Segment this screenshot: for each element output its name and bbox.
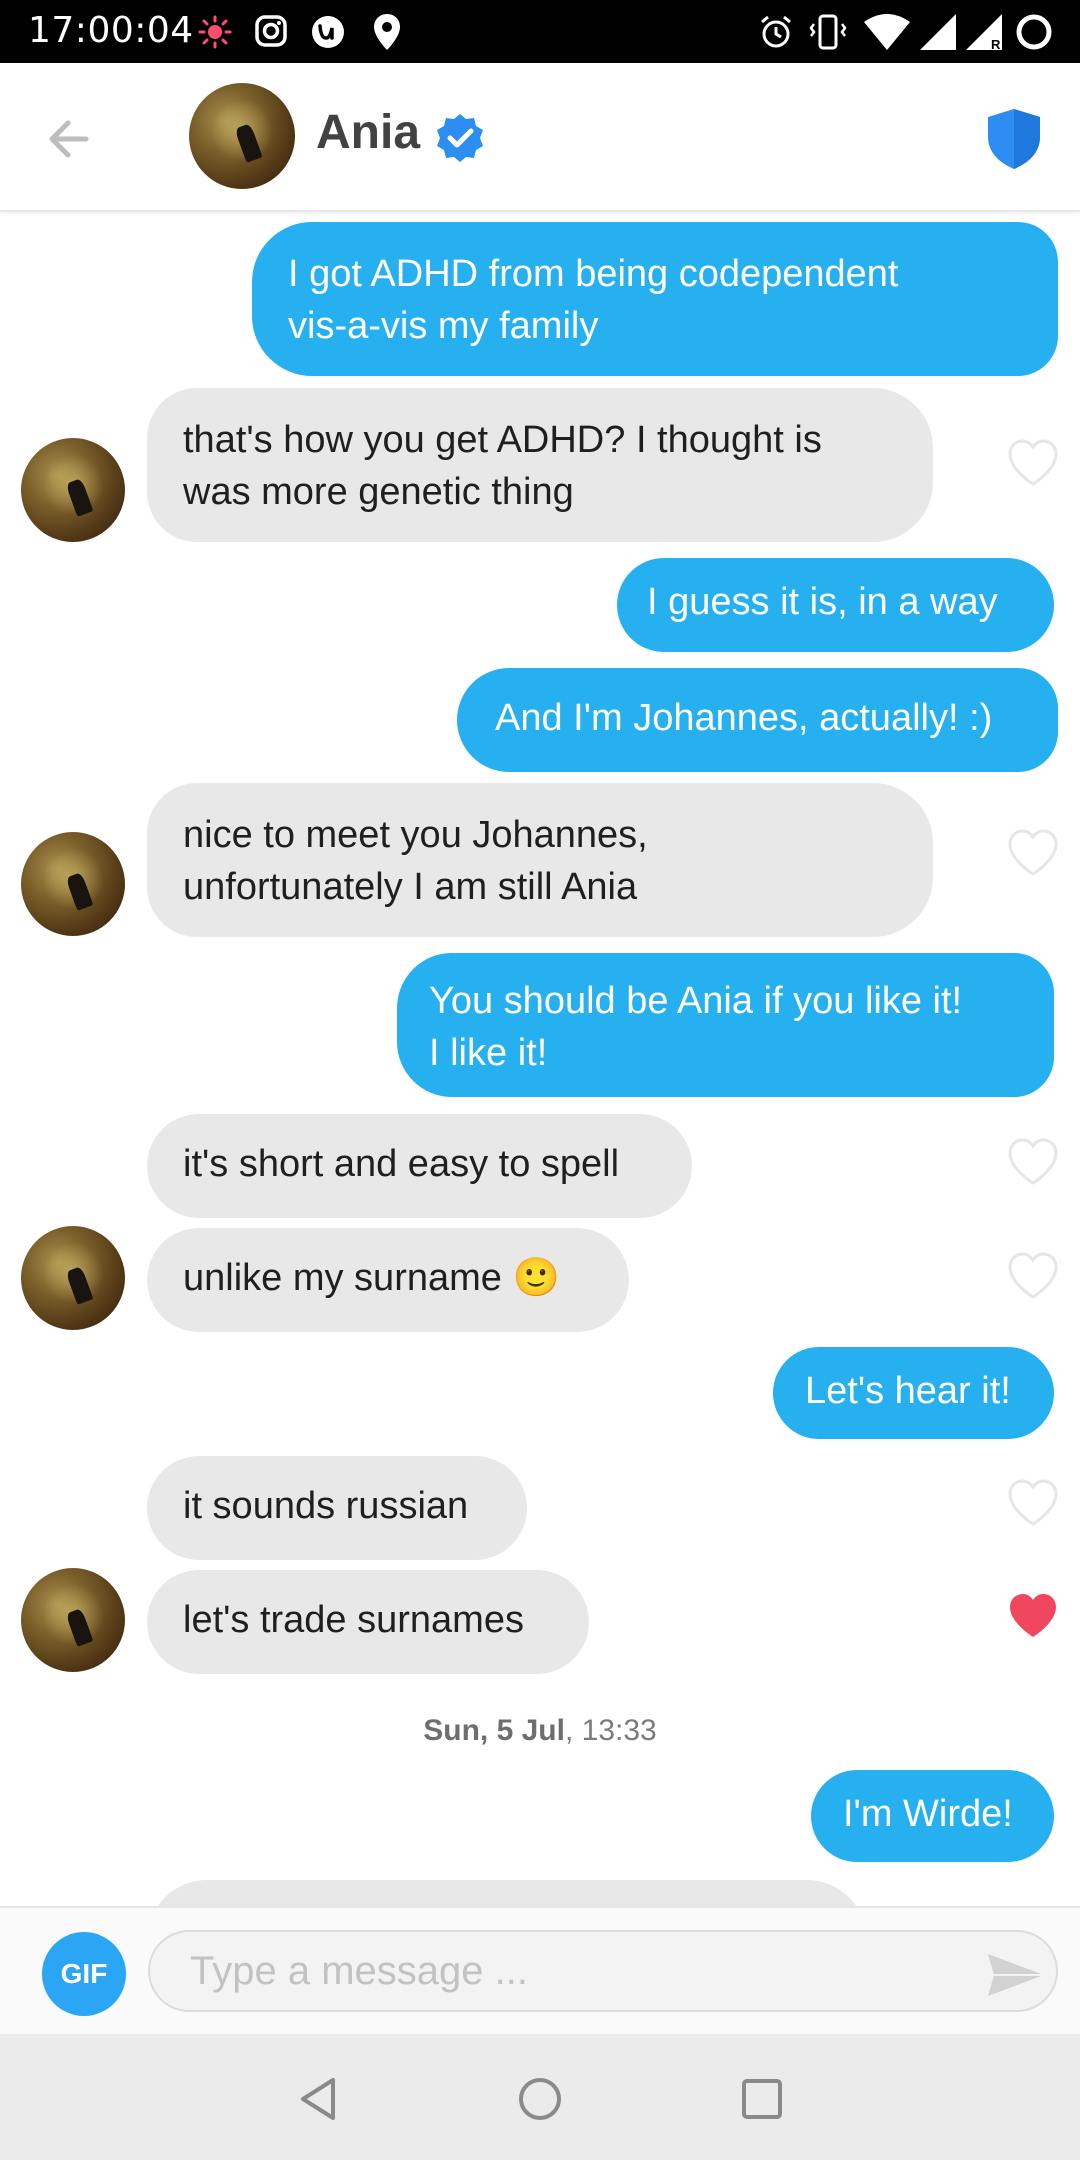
location-icon bbox=[374, 14, 400, 50]
liked-heart-icon[interactable] bbox=[1006, 1591, 1060, 1641]
verified-badge-icon bbox=[437, 114, 483, 162]
send-icon[interactable] bbox=[986, 1950, 1046, 2000]
avatar[interactable] bbox=[21, 1568, 125, 1672]
timestamp-time: , 13:33 bbox=[564, 1714, 657, 1747]
battery-ring-icon bbox=[1016, 14, 1052, 50]
sun-icon bbox=[198, 15, 232, 49]
nav-recents-icon[interactable] bbox=[737, 2074, 787, 2124]
nav-home-icon[interactable] bbox=[515, 2074, 565, 2124]
message-timestamp: Sun, 5 Jul, 13:33 bbox=[0, 1714, 1080, 1748]
status-time: 17:00:04 bbox=[28, 10, 194, 51]
sent-message[interactable]: And I'm Johannes, actually! :) bbox=[457, 668, 1058, 772]
received-message[interactable]: that's how you get ADHD? I thought is wa… bbox=[147, 388, 933, 542]
received-message[interactable]: it's short and easy to spell bbox=[147, 1114, 692, 1218]
contact-name[interactable]: Ania bbox=[316, 105, 420, 160]
vibrate-icon bbox=[809, 14, 847, 50]
svg-text:R: R bbox=[991, 37, 1001, 52]
avatar[interactable] bbox=[21, 438, 125, 542]
instagram-icon bbox=[255, 15, 287, 47]
status-bar: 17:00:04 R bbox=[0, 0, 1080, 63]
received-message[interactable]: let's trade surnames bbox=[147, 1570, 589, 1674]
timestamp-day: Sun, 5 Jul bbox=[423, 1714, 565, 1747]
system-nav-bar bbox=[0, 2034, 1080, 2160]
wifi-icon bbox=[864, 14, 910, 50]
signal-roaming-icon: R bbox=[966, 14, 1002, 52]
sent-message[interactable]: I'm Wirde! bbox=[811, 1770, 1054, 1862]
received-message[interactable]: nice to meet you Johannes, unfortunately… bbox=[147, 783, 933, 937]
safety-shield-icon[interactable] bbox=[986, 107, 1042, 171]
avatar[interactable] bbox=[189, 83, 295, 189]
message-input[interactable] bbox=[148, 1930, 1058, 2012]
like-heart-icon[interactable] bbox=[1006, 1478, 1060, 1528]
like-heart-icon[interactable] bbox=[1006, 438, 1060, 488]
avatar[interactable] bbox=[21, 832, 125, 936]
sent-message[interactable]: I got ADHD from being codependent vis-a-… bbox=[252, 222, 1058, 376]
app-u-icon bbox=[312, 16, 344, 48]
like-heart-icon[interactable] bbox=[1006, 1251, 1060, 1301]
back-arrow-icon[interactable] bbox=[40, 107, 104, 171]
received-message[interactable]: it sounds russian bbox=[147, 1456, 527, 1560]
alarm-icon bbox=[761, 15, 791, 48]
sent-message[interactable]: I guess it is, in a way bbox=[617, 558, 1054, 652]
chat-header: Ania bbox=[0, 63, 1080, 212]
avatar[interactable] bbox=[21, 1226, 125, 1330]
like-heart-icon[interactable] bbox=[1006, 1137, 1060, 1187]
sent-message[interactable]: Let's hear it! bbox=[773, 1347, 1054, 1439]
sent-message[interactable]: You should be Ania if you like it! I lik… bbox=[397, 953, 1054, 1097]
like-heart-icon[interactable] bbox=[1006, 828, 1060, 878]
message-composer: GIF bbox=[0, 1906, 1080, 2036]
nav-back-icon[interactable] bbox=[295, 2074, 345, 2124]
received-message[interactable]: unlike my surname 🙂 bbox=[147, 1228, 629, 1332]
signal-icon bbox=[920, 14, 956, 50]
gif-button[interactable]: GIF bbox=[42, 1932, 126, 2016]
